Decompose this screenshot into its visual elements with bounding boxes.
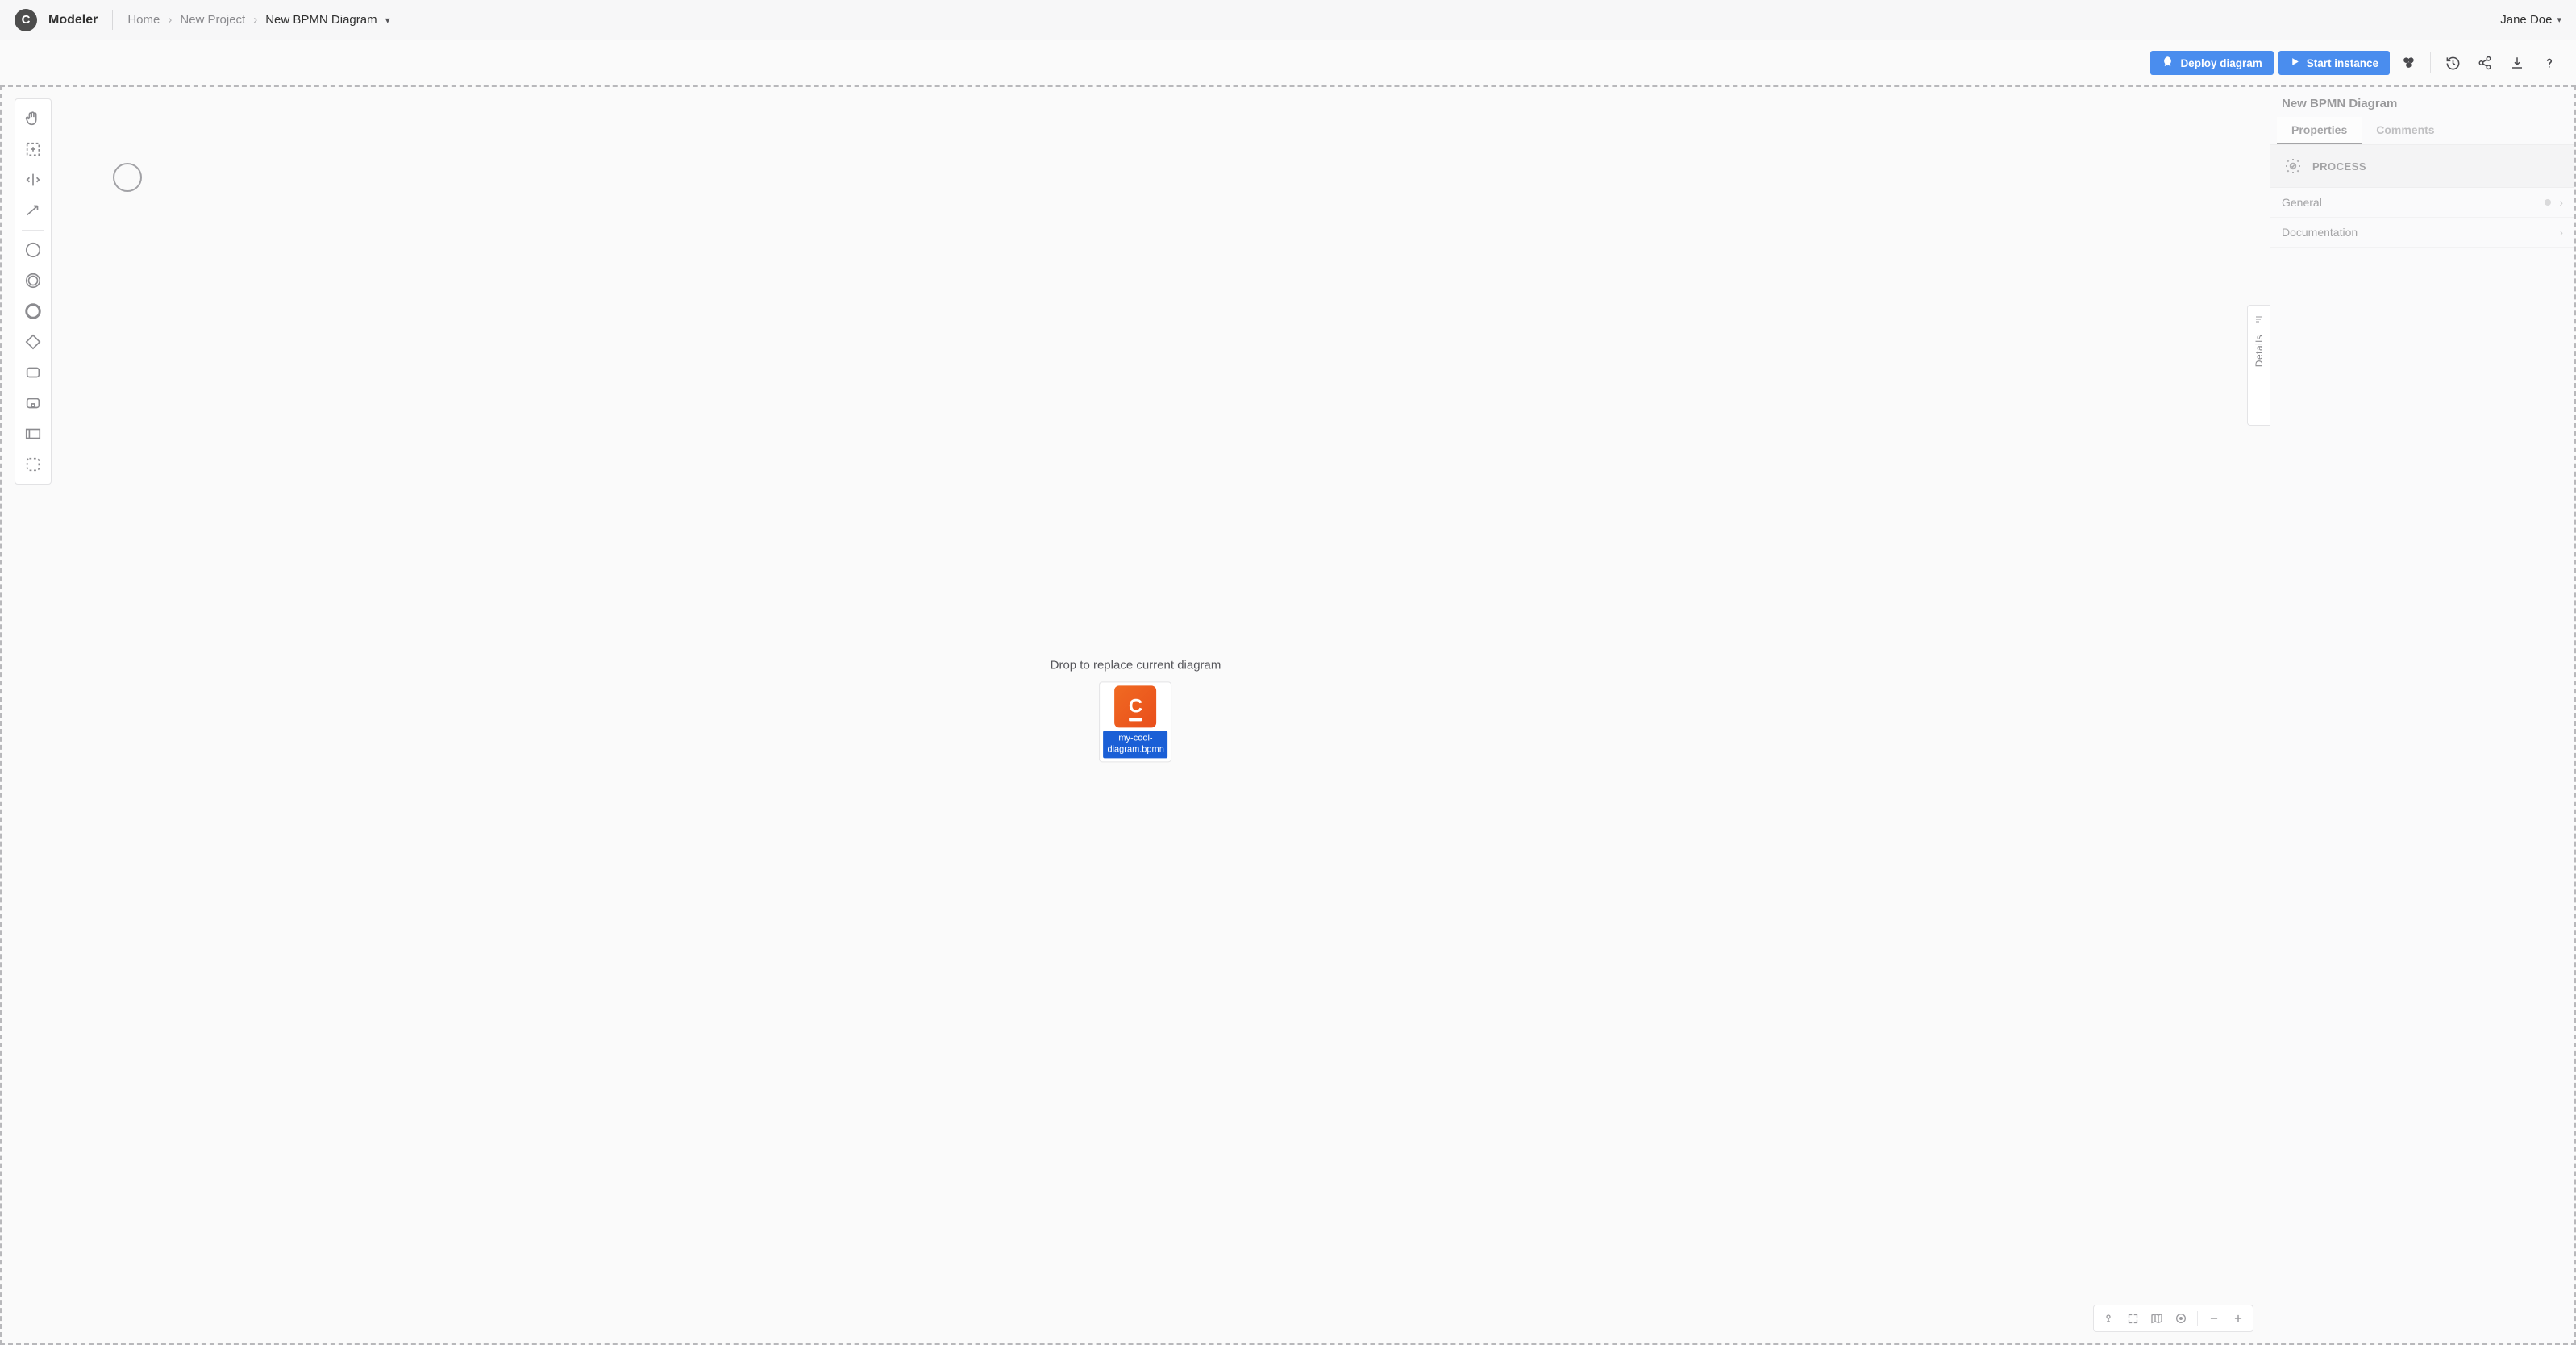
- help-icon[interactable]: [2536, 49, 2563, 77]
- chevron-right-icon: ›: [2559, 196, 2563, 209]
- zoom-in-icon[interactable]: [2227, 1309, 2249, 1328]
- row-general[interactable]: General ›: [2270, 188, 2574, 218]
- divider: [2197, 1311, 2198, 1326]
- task-tool-icon[interactable]: [19, 358, 48, 387]
- status-dot-icon: [2545, 199, 2551, 206]
- row-documentation[interactable]: Documentation ›: [2270, 218, 2574, 248]
- section-title: PROCESS: [2312, 160, 2366, 173]
- user-menu[interactable]: Jane Doe ▾: [2500, 13, 2561, 27]
- file-icon: C: [1114, 685, 1156, 727]
- hand-tool-icon[interactable]: [19, 104, 48, 133]
- details-label: Details: [2253, 335, 2265, 367]
- row-general-label: General: [2282, 196, 2322, 209]
- breadcrumb-project[interactable]: New Project: [180, 13, 245, 27]
- data-object-tool-icon[interactable]: [19, 419, 48, 448]
- subprocess-tool-icon[interactable]: [19, 389, 48, 418]
- reset-view-icon[interactable]: [2097, 1309, 2120, 1328]
- brand-name: Modeler: [48, 13, 98, 27]
- tool-palette: [15, 98, 52, 485]
- drop-zone: Drop to replace current diagram C my-coo…: [1051, 658, 1221, 762]
- divider: [22, 230, 44, 231]
- group-tool-icon[interactable]: [19, 450, 48, 479]
- history-icon[interactable]: [2439, 49, 2466, 77]
- chevron-down-icon: ▾: [2557, 15, 2561, 25]
- breadcrumb-diagram-label: New BPMN Diagram: [265, 13, 377, 27]
- intermediate-event-tool-icon[interactable]: [19, 266, 48, 295]
- download-icon[interactable]: [2503, 49, 2531, 77]
- divider: [2430, 52, 2431, 73]
- breadcrumb: Home › New Project › New BPMN Diagram ▾: [127, 13, 389, 27]
- properties-panel: New BPMN Diagram Properties Comments PRO…: [2270, 87, 2574, 1343]
- start-event-tool-icon[interactable]: [19, 235, 48, 264]
- divider: [112, 10, 113, 30]
- gateway-tool-icon[interactable]: [19, 327, 48, 356]
- row-documentation-label: Documentation: [2282, 226, 2358, 239]
- chevron-right-icon: ›: [253, 13, 257, 27]
- zoom-out-icon[interactable]: [2203, 1309, 2225, 1328]
- canvas-controls: [2093, 1305, 2253, 1332]
- panel-title: New BPMN Diagram: [2270, 87, 2574, 117]
- lasso-tool-icon[interactable]: [19, 135, 48, 164]
- main-area: Drop to replace current diagram C my-coo…: [0, 85, 2576, 1345]
- collaborators-icon[interactable]: [2395, 49, 2422, 77]
- file-name: my-cool-diagram.bpmn: [1103, 731, 1167, 758]
- deploy-button[interactable]: Deploy diagram: [2150, 51, 2273, 75]
- details-toggle[interactable]: Details: [2247, 305, 2270, 426]
- tab-properties[interactable]: Properties: [2277, 117, 2362, 144]
- deploy-button-label: Deploy diagram: [2180, 57, 2262, 69]
- rocket-icon: [2162, 56, 2174, 70]
- top-bar: C Modeler Home › New Project › New BPMN …: [0, 0, 2576, 40]
- panel-tabs: Properties Comments: [2270, 117, 2574, 145]
- breadcrumb-diagram[interactable]: New BPMN Diagram ▾: [265, 13, 390, 27]
- section-process: PROCESS: [2270, 145, 2574, 188]
- tab-comments[interactable]: Comments: [2362, 117, 2449, 144]
- start-instance-label: Start instance: [2307, 57, 2378, 69]
- action-bar: Deploy diagram Start instance: [0, 40, 2576, 85]
- canvas[interactable]: Drop to replace current diagram C my-coo…: [2, 87, 2270, 1343]
- chevron-right-icon: ›: [168, 13, 172, 27]
- menu-icon: [2253, 314, 2265, 327]
- user-name: Jane Doe: [2500, 13, 2552, 27]
- drop-hint: Drop to replace current diagram: [1051, 658, 1221, 672]
- center-icon[interactable]: [2170, 1309, 2192, 1328]
- breadcrumb-home[interactable]: Home: [127, 13, 160, 27]
- fullscreen-icon[interactable]: [2121, 1309, 2144, 1328]
- start-instance-button[interactable]: Start instance: [2278, 51, 2390, 75]
- global-connect-tool-icon[interactable]: [19, 196, 48, 225]
- gear-icon: [2282, 155, 2304, 177]
- chevron-down-icon: ▾: [385, 15, 390, 26]
- share-icon[interactable]: [2471, 49, 2499, 77]
- play-icon: [2290, 56, 2300, 69]
- minimap-icon[interactable]: [2145, 1309, 2168, 1328]
- dragged-file: C my-cool-diagram.bpmn: [1099, 681, 1171, 762]
- bpmn-start-event[interactable]: [113, 163, 142, 192]
- space-tool-icon[interactable]: [19, 165, 48, 194]
- chevron-right-icon: ›: [2559, 226, 2563, 239]
- brand-badge: C: [15, 9, 37, 31]
- end-event-tool-icon[interactable]: [19, 297, 48, 326]
